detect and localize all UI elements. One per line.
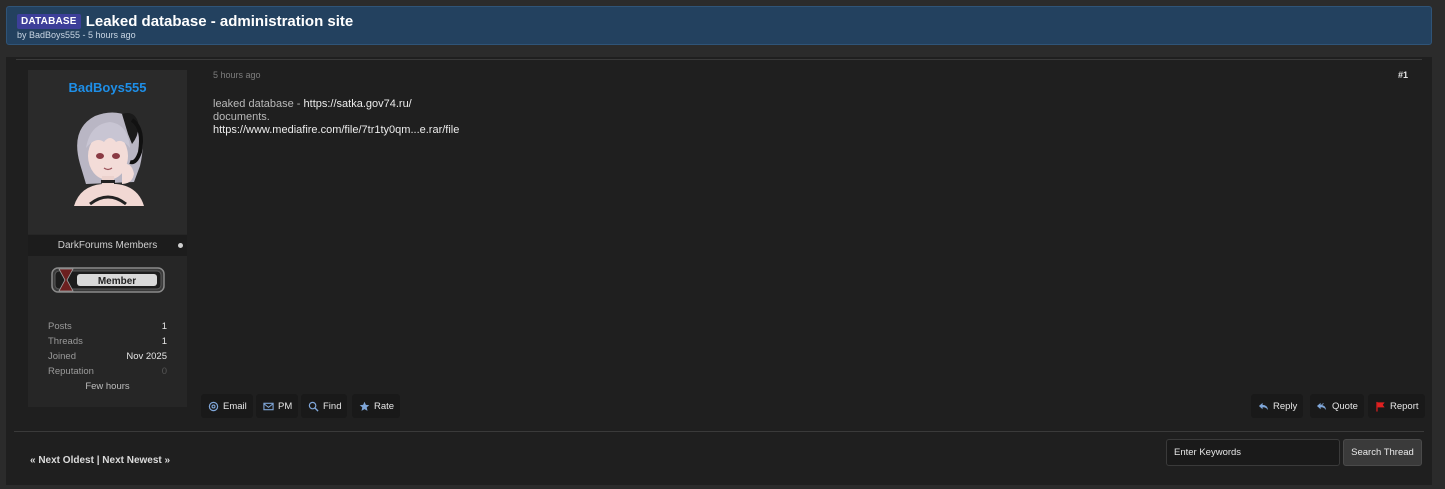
- post-content: leaked database - https://satka.gov74.ru…: [213, 98, 459, 137]
- post-link-download[interactable]: https://www.mediafire.com/file/7tr1ty0qm…: [213, 124, 459, 136]
- quote-button[interactable]: Quote: [1310, 394, 1364, 418]
- report-button[interactable]: Report: [1368, 394, 1425, 418]
- author-username[interactable]: BadBoys555: [28, 80, 187, 95]
- stat-label: Threads: [48, 336, 83, 347]
- post-divider-bottom: [14, 431, 1424, 432]
- stat-posts: Posts 1: [48, 319, 167, 334]
- stat-value: 1: [161, 321, 167, 332]
- avatar-box: BadBoys555: [28, 70, 187, 234]
- online-status-dot: [178, 243, 183, 248]
- search-thread-input[interactable]: [1166, 439, 1340, 466]
- reply-button-label: Reply: [1273, 400, 1298, 412]
- post-text: leaked database -: [213, 98, 304, 110]
- next-oldest-link[interactable]: « Next Oldest: [30, 455, 94, 466]
- quote-button-label: Quote: [1332, 400, 1358, 412]
- at-icon: [207, 400, 219, 412]
- author-panel: BadBoys555 DarkForums Members Member Pos…: [28, 70, 187, 407]
- report-button-label: Report: [1390, 400, 1419, 412]
- find-button-label: Find: [323, 400, 342, 412]
- thread-prefix-badge[interactable]: DATABASE: [17, 14, 81, 29]
- stat-label: Posts: [48, 321, 72, 332]
- stat-label: Reputation: [48, 366, 94, 377]
- thread-header: DATABASE Leaked database - administratio…: [6, 6, 1432, 45]
- flag-icon: [1374, 400, 1386, 412]
- avatar[interactable]: [60, 104, 156, 206]
- next-newest-link[interactable]: Next Newest »: [102, 455, 170, 466]
- rate-button[interactable]: Rate: [352, 394, 401, 418]
- post-divider-top: [16, 59, 1422, 60]
- stat-value: 1: [161, 336, 167, 347]
- post-line-3: https://www.mediafire.com/file/7tr1ty0qm…: [213, 124, 459, 137]
- reply-button[interactable]: Reply: [1251, 394, 1304, 418]
- search-thread-button[interactable]: Search Thread: [1343, 439, 1422, 466]
- author-stats: Posts 1 Threads 1 Joined Nov 2025 Reputa…: [48, 319, 167, 394]
- stat-value[interactable]: 0: [162, 364, 167, 379]
- reply-icon: [1257, 400, 1269, 412]
- post-text: documents.: [213, 111, 270, 123]
- post-number-link[interactable]: #1: [1398, 70, 1408, 80]
- post-date: 5 hours ago: [213, 70, 261, 80]
- email-button-label: Email: [223, 400, 247, 412]
- thread-title-row: DATABASE Leaked database - administratio…: [17, 13, 353, 30]
- author-last-active: Few hours: [85, 381, 130, 392]
- rank-badge-label: Member: [98, 276, 136, 287]
- pm-button[interactable]: PM: [256, 394, 299, 418]
- find-button[interactable]: Find: [301, 394, 348, 418]
- post-link-site[interactable]: https://satka.gov74.ru/: [304, 98, 412, 110]
- email-button[interactable]: Email: [201, 394, 253, 418]
- post-line-1: leaked database - https://satka.gov74.ru…: [213, 98, 459, 111]
- stat-label: Joined: [48, 351, 76, 362]
- thread-title: Leaked database - administration site: [85, 13, 354, 30]
- quote-icon: [1316, 400, 1328, 412]
- rate-button-label: Rate: [374, 400, 395, 412]
- thread-navigation: « Next Oldest | Next Newest »: [30, 455, 170, 466]
- search-icon: [307, 400, 319, 412]
- stat-threads: Threads 1: [48, 334, 167, 349]
- stat-joined: Joined Nov 2025: [48, 349, 167, 364]
- stat-reputation: Reputation 0: [48, 364, 167, 379]
- thread-meta: by BadBoys555 - 5 hours ago: [17, 30, 136, 40]
- author-usergroup-label: DarkForums Members: [57, 240, 158, 251]
- envelope-icon: [262, 400, 274, 412]
- pm-button-label: PM: [278, 400, 293, 412]
- author-usergroup: DarkForums Members: [28, 235, 187, 256]
- stat-value: Nov 2025: [126, 351, 167, 362]
- star-icon: [358, 400, 370, 412]
- nav-separator: |: [96, 455, 100, 466]
- rank-badge-image: Member: [51, 267, 165, 293]
- post-container: BadBoys555 DarkForums Members Member Pos…: [6, 57, 1432, 485]
